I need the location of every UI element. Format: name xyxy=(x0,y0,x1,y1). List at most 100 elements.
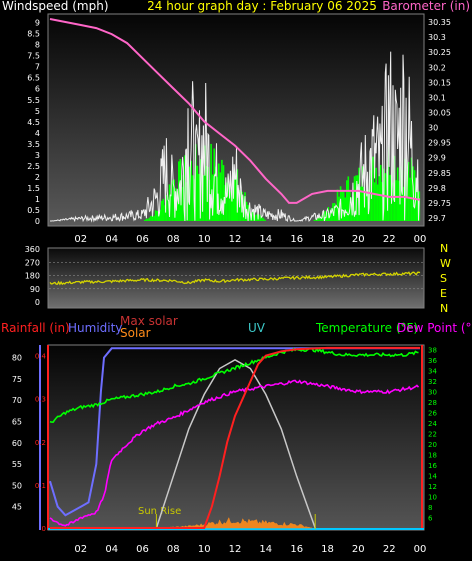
temperature-tick-label: 12 xyxy=(428,483,437,491)
gust-bar xyxy=(156,211,158,221)
humidity-tick-label: 45 xyxy=(12,503,22,512)
compass-label: S xyxy=(440,272,447,285)
rainfall-tick-label: 0.1 xyxy=(35,482,46,490)
gust-bar xyxy=(191,175,194,221)
barometer-tick-label: 29.9 xyxy=(428,154,446,163)
x-tick-label: 02 xyxy=(74,544,87,555)
x-tick-label: 08 xyxy=(167,544,180,555)
humidity-tick-label: 55 xyxy=(12,460,22,469)
humidity-tick-label: 60 xyxy=(12,439,22,448)
barometer-tick-label: 30.05 xyxy=(428,109,451,118)
direction-tick-label: 0 xyxy=(35,298,40,307)
temperature-tick-label: 34 xyxy=(428,368,437,376)
windspeed-title: Windspeed (mph) xyxy=(2,0,109,13)
x-tick-label: 02 xyxy=(74,234,87,245)
temperature-tick-label: 18 xyxy=(428,452,437,460)
gust-bar xyxy=(255,214,257,221)
humidity-tick-label: 65 xyxy=(12,418,22,427)
barometer-tick-label: 30.35 xyxy=(428,18,451,27)
x-tick-label: 12 xyxy=(229,234,242,245)
x-tick-label: 20 xyxy=(352,234,365,245)
barometer-tick-label: 29.7 xyxy=(428,214,446,223)
gust-bar xyxy=(219,172,222,221)
barometer-tick-label: 30.1 xyxy=(428,93,446,102)
wind-tick-label: 8.5 xyxy=(27,30,40,39)
compass-label: N xyxy=(440,302,448,315)
temperature-tick-label: 32 xyxy=(428,378,437,386)
humidity-tick-label: 70 xyxy=(12,396,22,405)
climate-panel-bg xyxy=(47,344,425,531)
direction-tick-label: 360 xyxy=(25,245,40,254)
temperature-tick-label: 36 xyxy=(428,357,437,365)
temperature-tick-label: 28 xyxy=(428,399,437,407)
barometer-tick-label: 30.2 xyxy=(428,63,446,72)
wind-tick-label: 0 xyxy=(35,217,40,226)
temperature-tick-label: 10 xyxy=(428,494,437,502)
gust-bar xyxy=(147,218,149,221)
gust-bar xyxy=(198,173,200,221)
gust-bar xyxy=(336,189,339,221)
temperature-tick-label: 6 xyxy=(428,515,433,523)
temperature-tick-label: 24 xyxy=(428,420,437,428)
barometer-tick-label: 29.75 xyxy=(428,199,451,208)
x-tick-label: 22 xyxy=(383,234,396,245)
temperature-tick-label: 22 xyxy=(428,431,437,439)
barometer-tick-label: 30 xyxy=(428,124,438,133)
direction-tick-label: 180 xyxy=(25,272,40,281)
rainfall-tick-label: 0.3 xyxy=(35,396,46,404)
x-tick-label: 12 xyxy=(229,544,242,555)
gust-bar xyxy=(148,217,151,221)
direction-tick-label: 270 xyxy=(25,258,40,267)
barometer-tick-label: 30.3 xyxy=(428,33,446,42)
compass-label: N xyxy=(440,242,448,255)
direction-tick-label: 90 xyxy=(30,285,40,294)
barometer-tick-label: 30.25 xyxy=(428,48,451,57)
x-tick-label: 00 xyxy=(414,544,427,555)
wind-tick-label: 7.5 xyxy=(27,52,40,61)
gust-bar xyxy=(335,206,337,221)
wind-tick-label: 1 xyxy=(35,195,40,204)
gust-bar xyxy=(389,175,391,221)
x-tick-label: 14 xyxy=(259,234,272,245)
x-tick-label: 04 xyxy=(105,544,118,555)
gust-bar xyxy=(376,184,379,221)
temperature-tick-label: 14 xyxy=(428,473,437,481)
x-tick-label: 14 xyxy=(259,544,272,555)
wind-tick-label: 4 xyxy=(35,129,40,138)
x-tick-label: 00 xyxy=(414,234,427,245)
legend-rainfall: Rainfall (in) xyxy=(1,321,70,335)
temperature-tick-label: 8 xyxy=(428,504,432,512)
gust-bar xyxy=(144,220,146,221)
gust-bar xyxy=(372,156,374,221)
gust-bar xyxy=(150,216,152,221)
wind-tick-label: 2 xyxy=(35,173,40,182)
gust-bar xyxy=(235,174,237,221)
weather-chart: Windspeed (mph) 24 hour graph day : Febr… xyxy=(1,0,472,555)
x-tick-label: 06 xyxy=(136,544,149,555)
humidity-tick-label: 75 xyxy=(12,375,22,384)
x-tick-label: 08 xyxy=(167,234,180,245)
gust-bar xyxy=(154,210,157,221)
x-tick-label: 18 xyxy=(321,234,334,245)
x-tick-label: 18 xyxy=(321,544,334,555)
wind-tick-label: 9 xyxy=(35,19,40,28)
x-tick-label: 10 xyxy=(198,234,211,245)
x-tick-label: 16 xyxy=(290,234,303,245)
humidity-tick-label: 80 xyxy=(12,354,22,363)
temperature-tick-label: 26 xyxy=(428,410,437,418)
wind-tick-label: 7 xyxy=(35,63,40,72)
rainfall-tick-label: 0 xyxy=(42,525,46,533)
legend-dew-point: Dew Point (°F) xyxy=(397,321,472,335)
gust-bar xyxy=(373,182,376,221)
barometer-tick-label: 30.15 xyxy=(428,78,451,87)
temperature-tick-label: 20 xyxy=(428,441,437,449)
gust-bar xyxy=(264,219,266,221)
temperature-tick-label: 38 xyxy=(428,347,437,355)
x-tick-label: 10 xyxy=(198,544,211,555)
wind-tick-label: 6.5 xyxy=(27,74,40,83)
barometer-tick-label: 29.95 xyxy=(428,139,451,148)
barometer-tick-label: 29.8 xyxy=(428,184,446,193)
wind-tick-label: 1.5 xyxy=(27,184,40,193)
temperature-tick-label: 16 xyxy=(428,462,437,470)
wind-tick-label: 3.5 xyxy=(27,140,40,149)
